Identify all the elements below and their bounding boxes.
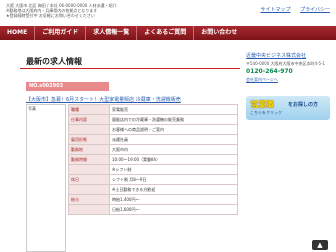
job-detail-row: 雇用形態 派遣社員: [68, 134, 238, 145]
nav-item-faq[interactable]: よくあるご質問: [137, 26, 195, 40]
header-info: 大阪 大阪市 北区 梅田 / 本社 06-0000-0000 人材派遣・紹介 ※…: [6, 3, 216, 18]
main-nav: HOME ご利用ガイド 求人情報一覧 よくあるご質問 お問い合わせ: [0, 26, 336, 40]
sitemap-link[interactable]: サイトマップ: [260, 7, 290, 13]
company-page-link[interactable]: 会社案内ページへ: [246, 77, 330, 83]
photo-label: 写真: [28, 106, 36, 111]
sales-job-banner[interactable]: 営業職 をお探しの方 こちらをクリック: [246, 96, 330, 120]
job-detail-row: お客様への商品説明・ご案内: [68, 124, 238, 135]
row-value: 時給1,400円〜: [109, 194, 238, 205]
phone-number: 0120-264-970: [246, 68, 293, 75]
row-value: ※土日勤務できる方歓迎: [109, 184, 238, 195]
row-value: 日給1,600円〜: [109, 204, 238, 215]
banner-sub: をお探しの方: [288, 102, 319, 108]
page-title: 最新の求人情報: [26, 57, 82, 66]
banner-note: こちらをクリック: [250, 110, 282, 115]
job-detail-row: 休日 シフト制 月8〜9日: [68, 174, 238, 185]
nav-item-guide[interactable]: ご利用ガイド: [35, 26, 87, 40]
row-value: シフト制 月8〜9日: [109, 174, 238, 185]
row-key: 勤務時間: [68, 154, 110, 165]
company-name[interactable]: 近畿中央ビジネス株式会社: [246, 52, 330, 59]
privacy-link[interactable]: プライバシー: [300, 7, 330, 13]
row-value: お客様への商品説明・ご案内: [109, 124, 238, 135]
row-key: [68, 184, 110, 195]
row-key: [68, 164, 110, 175]
company-sidebar: 近畿中央ビジネス株式会社 〒540-0000 大阪府大阪市中央区本町4-5-1 …: [246, 52, 330, 83]
header-line: ★登録随時受付中 お気軽にお問い合わせください: [6, 13, 95, 18]
top-links: サイトマップ プライバシー: [252, 6, 330, 13]
job-detail-row: 仕事内容 量販店内での冷蔵庫・洗濯機の販売業務: [68, 114, 238, 125]
company-address: 〒540-0000 大阪府大阪市中央区本町4-5-1: [246, 61, 326, 66]
job-detail-row: 職種 家電販売: [68, 104, 238, 115]
job-detail-table: 職種 家電販売 仕事内容 量販店内での冷蔵庫・洗濯機の販売業務 お客様への商品説明・ご案…: [68, 104, 238, 215]
job-title-link[interactable]: 【大阪市】急募！6月スタート！大型家電量販店 冷蔵庫・洗濯機販売: [26, 96, 181, 103]
row-value: ※シフト制: [109, 164, 238, 175]
job-detail-row: 給与 時給1,400円〜: [68, 194, 238, 205]
row-key: 勤務地: [68, 144, 110, 155]
row-value: 10:00〜19:00（実働8h）: [109, 154, 238, 165]
nav-item-contact[interactable]: お問い合わせ: [194, 26, 244, 40]
job-detail-row: 勤務地 大阪市内: [68, 144, 238, 155]
banner-main: 営業職: [250, 100, 274, 109]
title-divider: [20, 68, 240, 69]
nav-item-home[interactable]: HOME: [0, 26, 36, 40]
row-key: 給与: [68, 194, 110, 205]
job-detail-row: ※土日勤務できる方歓迎: [68, 184, 238, 195]
row-value: 量販店内での冷蔵庫・洗濯機の販売業務: [109, 114, 238, 125]
row-value: 大阪市内: [109, 144, 238, 155]
row-key: 休日: [68, 174, 110, 185]
job-detail-row: 勤務時間 10:00〜19:00（実働8h）: [68, 154, 238, 165]
row-key: 雇用形態: [68, 134, 110, 145]
scroll-top-button[interactable]: ▲: [312, 240, 328, 250]
row-key: [68, 124, 110, 135]
arrow-up-icon: ▲: [317, 241, 323, 249]
job-detail-row: 日給1,600円〜: [68, 204, 238, 215]
row-key: [68, 204, 110, 215]
row-key: 仕事内容: [68, 114, 110, 125]
row-value: 家電販売: [109, 104, 238, 115]
row-value: 派遣社員: [109, 134, 238, 145]
job-photo: 写真: [26, 104, 66, 252]
job-number: NO.s002903: [29, 83, 64, 89]
job-number-badge: NO.s002903: [26, 82, 109, 91]
row-key: 職種: [68, 104, 110, 115]
nav-item-jobs[interactable]: 求人情報一覧: [86, 26, 138, 40]
job-detail-row: ※シフト制: [68, 164, 238, 175]
